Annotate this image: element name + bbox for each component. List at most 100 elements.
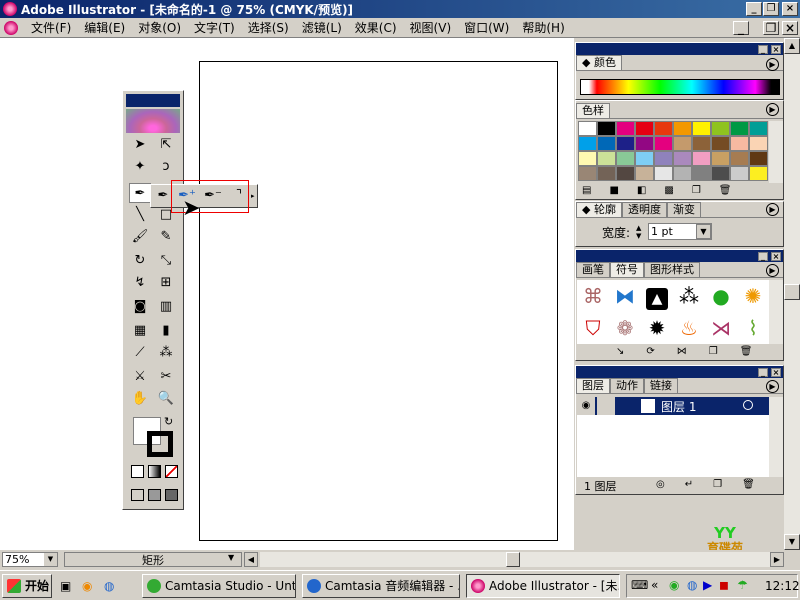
pencil-tool-icon[interactable]: ✎ (155, 227, 177, 247)
restore-icon[interactable]: ❐ (763, 2, 779, 16)
swatch-31[interactable] (597, 166, 616, 181)
swatch-27[interactable] (711, 151, 730, 166)
task-camtasia-audio[interactable]: Camtasia 音频编辑器 - ... (302, 574, 460, 598)
bracket-ornament-icon[interactable]: ⌘ (577, 280, 609, 312)
swatch-8[interactable] (730, 121, 749, 136)
swatch-17[interactable] (711, 136, 730, 151)
new-swatch-icon[interactable]: ❐ (692, 185, 701, 196)
swatch-39[interactable] (749, 166, 768, 181)
delete-layer-icon[interactable]: 🗑 (742, 479, 755, 490)
gradient-tool-icon[interactable]: ▮ (155, 321, 177, 341)
doc-close-icon[interactable]: × (782, 21, 798, 35)
scroll-thumb[interactable] (784, 284, 800, 300)
swatch-18[interactable] (730, 136, 749, 151)
flames-icon[interactable]: ♨ (673, 312, 705, 344)
menu-text[interactable]: 文字(T) (194, 19, 235, 36)
symbols-close-icon[interactable]: × (771, 251, 781, 261)
graph-tool-icon[interactable]: ▥ (155, 297, 177, 317)
pen-flyout-pen-icon[interactable]: ✒ (153, 186, 173, 206)
full-screen-menu-icon[interactable] (148, 489, 161, 501)
new-symbol-icon[interactable]: ❐ (709, 346, 718, 357)
standard-screen-icon[interactable] (131, 489, 144, 501)
panel-close-icon[interactable]: × (771, 44, 781, 54)
stroke-swatch[interactable] (147, 431, 173, 457)
none-mode-icon[interactable] (165, 465, 178, 478)
blend-tool-icon[interactable]: ⁂ (155, 343, 177, 363)
stroke-panel-menu-icon[interactable]: ▶ (766, 203, 779, 216)
triangle-logo-icon[interactable]: ▲ (641, 280, 673, 312)
swatch-24[interactable] (654, 151, 673, 166)
ime-icon[interactable]: ⌨ (631, 578, 648, 592)
menu-select[interactable]: 选择(S) (248, 19, 289, 36)
doc-restore-icon[interactable]: ❐ (763, 21, 779, 35)
stroke-width-dropdown-icon[interactable]: ▼ (696, 224, 711, 239)
scroll-right-icon[interactable]: ▶ (770, 552, 784, 567)
status-tool-field[interactable]: 矩形 (64, 552, 242, 567)
blue-butterfly-icon[interactable]: ⧓ (609, 280, 641, 312)
place-symbol-icon[interactable]: ↘ (616, 346, 624, 357)
minimize-icon[interactable]: _ (746, 2, 762, 16)
toolbox-header[interactable] (126, 94, 180, 107)
symbol-sprayer-tool-icon[interactable]: ◙ (129, 297, 151, 317)
make-clipping-mask-icon[interactable]: ◎ (656, 479, 665, 490)
show-gradient-swatches-icon[interactable]: ◧ (637, 185, 646, 196)
paisley-swirl-icon[interactable]: ❁ (609, 312, 641, 344)
grapes-icon[interactable]: ⁂ (673, 280, 705, 312)
replace-symbol-icon[interactable]: ⟳ (646, 346, 654, 357)
scroll-down-icon[interactable]: ▼ (784, 534, 800, 550)
vertical-scrollbar[interactable]: ▲ ▼ (784, 38, 800, 550)
menu-edit[interactable]: 编辑(E) (84, 19, 125, 36)
tab-gradient[interactable]: 渐变 (666, 202, 701, 217)
menu-filter[interactable]: 滤镜(L) (302, 19, 342, 36)
color-panel-menu-icon[interactable]: ▶ (766, 58, 779, 71)
swatch-16[interactable] (692, 136, 711, 151)
swatch-22[interactable] (616, 151, 635, 166)
swatch-5[interactable] (673, 121, 692, 136)
layers-panel-menu-icon[interactable]: ▶ (766, 380, 779, 393)
tab-brushes[interactable]: 画笔 (576, 262, 610, 277)
zoom-dropdown-icon[interactable]: ▼ (44, 553, 57, 566)
swatch-35[interactable] (673, 166, 692, 181)
color-spectrum-bar[interactable] (580, 79, 780, 95)
symbols-panel-menu-icon[interactable]: ▶ (766, 264, 779, 277)
delete-symbol-icon[interactable]: 🗑 (740, 346, 753, 357)
paintbrush-tool-icon[interactable]: 🖌 (129, 227, 151, 247)
swatch-10[interactable] (578, 136, 597, 151)
swatch-30[interactable] (578, 166, 597, 181)
swatch-9[interactable] (749, 121, 768, 136)
slice-tool-icon[interactable]: ⚔ (129, 367, 151, 387)
pen-tool-icon[interactable]: ✒ (129, 183, 151, 203)
scroll-up-icon[interactable]: ▲ (784, 38, 800, 54)
warp-tool-icon[interactable]: ↯ (129, 273, 151, 293)
eyedropper-tool-icon[interactable]: ⟋ (129, 343, 151, 363)
start-button[interactable]: 开始 (2, 574, 52, 598)
swatch-32[interactable] (616, 166, 635, 181)
layer-row[interactable]: ◉ 图层 1 (577, 397, 769, 415)
magic-wand-tool-icon[interactable]: ✦ (129, 157, 151, 177)
layers-panel-header[interactable]: _ × (576, 366, 783, 378)
swatch-28[interactable] (730, 151, 749, 166)
selection-tool-icon[interactable]: ➤ (129, 135, 151, 155)
symbols-minimize-icon[interactable]: _ (758, 251, 768, 261)
scroll-left-icon[interactable]: ◀ (244, 552, 258, 567)
tab-swatches[interactable]: 色样 (576, 103, 610, 118)
swatch-13[interactable] (635, 136, 654, 151)
tray-arrow-icon[interactable]: « (651, 578, 658, 592)
line-tool-icon[interactable]: ╲ (129, 205, 151, 225)
scissors-tool-icon[interactable]: ✂ (155, 367, 177, 387)
swatch-19[interactable] (749, 136, 768, 151)
tray-umbrella-icon[interactable]: ☂ (737, 578, 748, 592)
swatch-7[interactable] (711, 121, 730, 136)
layers-minimize-icon[interactable]: _ (758, 367, 768, 377)
quicklaunch-media-icon[interactable]: ◍ (104, 579, 114, 593)
free-transform-tool-icon[interactable]: ⊞ (155, 273, 177, 293)
red-shield-icon[interactable]: ⛉ (577, 312, 609, 344)
tab-layers[interactable]: 图层 (576, 378, 610, 393)
color-mode-icon[interactable] (131, 465, 144, 478)
menu-object[interactable]: 对象(O) (138, 19, 181, 36)
stroke-width-stepper[interactable]: ▲ ▼ (636, 224, 646, 240)
swatch-6[interactable] (692, 121, 711, 136)
swatch-37[interactable] (711, 166, 730, 181)
swatch-25[interactable] (673, 151, 692, 166)
swatch-38[interactable] (730, 166, 749, 181)
